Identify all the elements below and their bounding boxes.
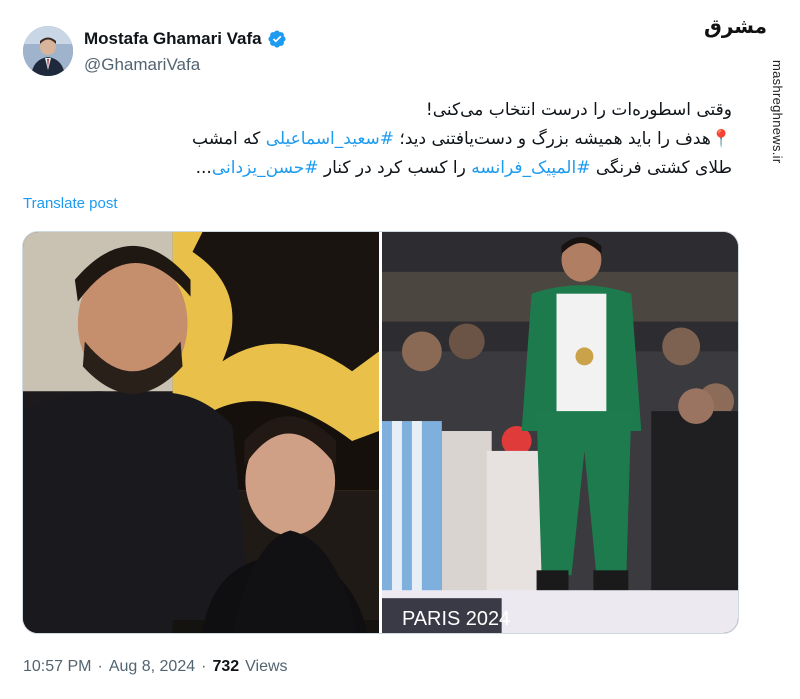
author-name-row: Mostafa Ghamari Vafa xyxy=(84,29,287,49)
post-line-2: 📍هدف را باید همیشه بزرگ و دست‌یافتنی دید… xyxy=(32,125,732,154)
tweet-card: Mostafa Ghamari Vafa @GhamariVafa وقتی ا… xyxy=(0,0,760,699)
post-line-3-text-b: را کسب کرد در کنار xyxy=(318,158,472,178)
media-image-right[interactable]: PARIS 2024 xyxy=(382,232,738,633)
author-display-name[interactable]: Mostafa Ghamari Vafa xyxy=(84,29,262,49)
post-line-1: وقتی اسطوره‌ات را درست انتخاب می‌کنی! xyxy=(425,100,732,120)
post-time[interactable]: 10:57 PM xyxy=(23,658,91,676)
post-line-2-tail: که امشب xyxy=(192,129,266,149)
pin-icon: 📍 xyxy=(710,129,732,149)
avatar-image xyxy=(23,26,73,76)
meta-separator: · xyxy=(201,658,207,675)
watermark-site: mashreghnews.ir xyxy=(770,60,785,164)
meta-separator: · xyxy=(97,658,103,675)
photo-wrestler-with-boy xyxy=(23,232,379,633)
photo-podium-champion: PARIS 2024 xyxy=(382,232,738,633)
hashtag-link[interactable]: #حسن_یزدانی xyxy=(212,158,319,178)
translate-post-link[interactable]: Translate post xyxy=(23,195,118,212)
watermark-logo: مشرق xyxy=(703,14,767,38)
author-handle[interactable]: @GhamariVafa xyxy=(84,55,200,75)
media-grid: PARIS 2024 xyxy=(22,231,739,634)
post-date[interactable]: Aug 8, 2024 xyxy=(109,658,195,676)
avatar[interactable] xyxy=(23,26,73,76)
hashtag-link[interactable]: #المپیک_فرانسه xyxy=(471,158,590,178)
views-label: Views xyxy=(245,658,288,675)
post-line-3: طلای کشتی فرنگی #المپیک_فرانسه را کسب کر… xyxy=(32,154,732,183)
post-line-3-tail: ... xyxy=(195,158,212,178)
post-line-2-text: هدف را باید همیشه بزرگ و دست‌یافتنی دید؛ xyxy=(394,129,711,149)
post-line-3-text-a: طلای کشتی فرنگی xyxy=(590,158,732,178)
verified-badge-icon xyxy=(267,29,287,49)
media-image-left[interactable] xyxy=(23,232,379,633)
paris-2024-caption: PARIS 2024 xyxy=(402,608,510,630)
hashtag-link[interactable]: #سعید_اسماعیلی xyxy=(266,129,394,149)
post-text: وقتی اسطوره‌ات را درست انتخاب می‌کنی! 📍ه… xyxy=(32,96,732,183)
views-count: 732 xyxy=(212,658,240,675)
post-meta: 10:57 PM · Aug 8, 2024 · 732 Views xyxy=(23,658,288,676)
